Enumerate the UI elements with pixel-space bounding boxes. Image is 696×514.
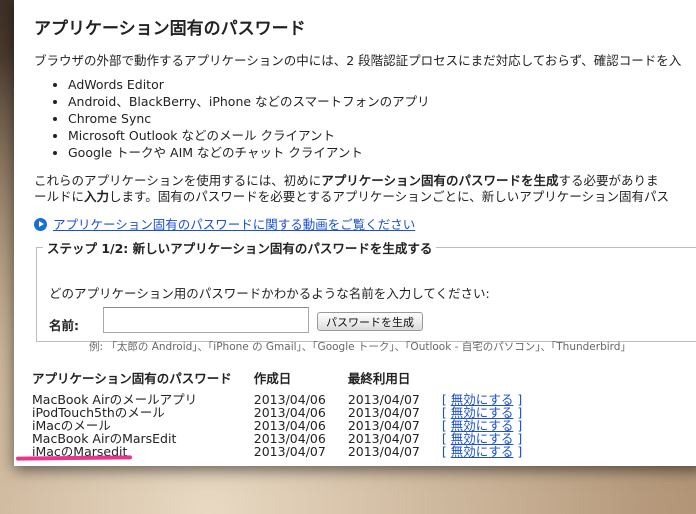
name-label: 名前: (49, 318, 79, 333)
revoke-link[interactable]: 無効にする (451, 444, 514, 459)
table-header-row: アプリケーション固有のパスワード 作成日 最終利用日 (32, 368, 544, 393)
example-text: 例: 「太郎の Android」、「iPhone の Gmail」、「Googl… (89, 341, 631, 353)
list-item: Microsoft Outlook などのメール クライアント (68, 127, 430, 144)
column-header-name: アプリケーション固有のパスワード (32, 371, 232, 386)
name-input[interactable] (103, 307, 309, 333)
list-item: Google トークや AIM などのチャット クライアント (68, 144, 430, 161)
created-date: 2013/04/07 (253, 444, 326, 459)
page-title: アプリケーション固有のパスワード (34, 19, 306, 39)
column-header-created: 作成日 (253, 371, 292, 386)
app-list: AdWords Editor Android、BlackBerry、iPhone… (42, 76, 430, 161)
instructions-text: これらのアプリケーションを使用するには、初めにアプリケーション固有のパスワードを… (34, 173, 696, 205)
play-icon[interactable] (34, 218, 47, 231)
instructions-emphasis: アプリケーション固有のパスワードを生成 (321, 173, 559, 188)
generate-password-button[interactable]: パスワードを生成 (317, 312, 423, 331)
list-item: Android、BlackBerry、iPhone などのスマートフォンのアプリ (68, 93, 430, 110)
column-header-last-used: 最終利用日 (347, 371, 411, 386)
step-1-description: どのアプリケーション用のパスワードかわかるような名前を入力してください: (49, 286, 490, 301)
step-1-legend: ステップ 1/2: 新しいアプリケーション固有のパスワードを生成する (47, 241, 433, 256)
instructions-text-part: する必要がありま (558, 173, 659, 188)
settings-panel: アプリケーション固有のパスワード ブラウザの外部で動作するアプリケーションの中に… (14, 0, 696, 466)
revoke-cell: [ 無効にする ] (441, 444, 523, 459)
list-item: AdWords Editor (68, 76, 430, 93)
last-used-date: 2013/04/07 (347, 444, 420, 459)
list-item: Chrome Sync (68, 110, 430, 127)
video-link[interactable]: アプリケーション固有のパスワードに関する動画をご覧ください (53, 217, 415, 232)
instructions-emphasis: 入力 (84, 189, 110, 204)
instructions-text-part: ールドに (34, 189, 85, 204)
intro-text: ブラウザの外部で動作するアプリケーションの中には、2 段階認証プロセスにまだ対応… (34, 53, 682, 68)
instructions-text-part: これらのアプリケーションを使用するには、初めに (34, 173, 322, 188)
column-header-action (442, 368, 544, 393)
app-password-table: アプリケーション固有のパスワード 作成日 最終利用日 MacBook Airのメ… (32, 368, 544, 458)
video-link-row: アプリケーション固有のパスワードに関する動画をご覧ください (34, 214, 415, 233)
step-1-section: ステップ 1/2: 新しいアプリケーション固有のパスワードを生成する どのアプリ… (36, 238, 696, 353)
instructions-text-part: します。固有のパスワードを必要とするアプリケーションごとに、新しいアプリケーショ… (109, 189, 670, 204)
